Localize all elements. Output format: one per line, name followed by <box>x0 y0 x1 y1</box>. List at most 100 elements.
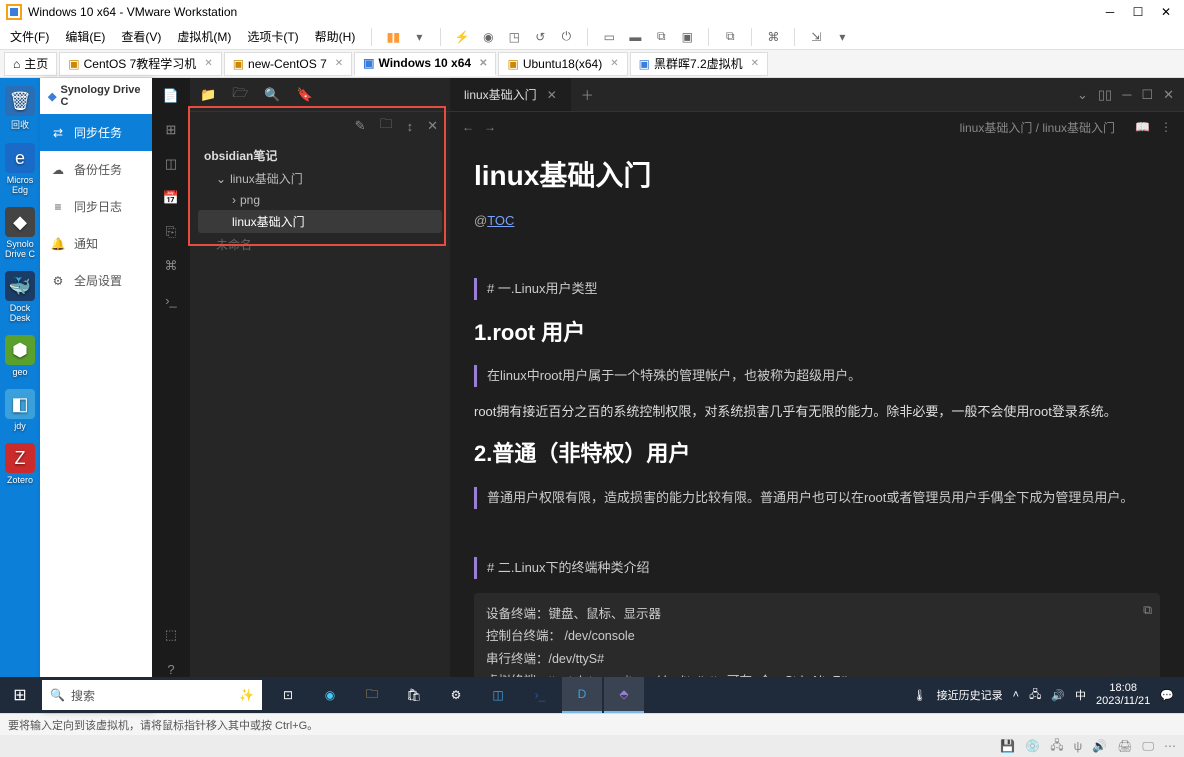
close-icon[interactable]: ✕ <box>204 58 212 69</box>
menu-view[interactable]: 查看(V) <box>117 26 165 47</box>
desktop-icon-synology[interactable]: ◆Synolo Drive C <box>2 207 38 259</box>
device-display-icon[interactable]: 🖵 <box>1142 739 1154 754</box>
breadcrumb[interactable]: linux基础入门 / linux基础入门 <box>960 119 1115 136</box>
snapshot-mgr-icon[interactable]: ◳ <box>505 28 523 46</box>
tree-folder-png[interactable]: ›png <box>198 190 442 210</box>
menu-help[interactable]: 帮助(H) <box>311 26 360 47</box>
terminal2-icon[interactable]: ›_ <box>161 290 181 310</box>
device-net-icon[interactable]: 🖧 <box>1050 736 1063 757</box>
tray-text[interactable]: 接近历史记录 <box>937 687 1003 703</box>
fullscreen-icon[interactable]: ▬ <box>626 28 644 46</box>
dropdown2-icon[interactable]: ▾ <box>833 28 851 46</box>
notifications-icon[interactable]: 💬 <box>1160 689 1174 702</box>
search-box[interactable]: 🔍 搜索 ✨ <box>42 680 262 710</box>
device-cd-icon[interactable]: 💿 <box>1025 739 1040 753</box>
snapshot-icon[interactable]: ◉ <box>479 28 497 46</box>
app1-icon[interactable]: ◫ <box>478 677 518 713</box>
command-icon[interactable]: ⌘ <box>161 256 181 276</box>
new-note-icon[interactable]: ✎ <box>355 118 366 134</box>
minimize-button[interactable]: ─ <box>1098 5 1122 19</box>
syn-notify[interactable]: 🔔通知 <box>40 225 152 262</box>
desktop-icon-zotero[interactable]: ZZotero <box>2 443 38 485</box>
maximize-button[interactable]: ☐ <box>1126 5 1150 19</box>
search-icon[interactable]: 🔍 <box>264 87 280 103</box>
stretch-icon[interactable]: ⇲ <box>807 28 825 46</box>
help-icon[interactable]: ? <box>161 659 181 679</box>
tree-file-untitled[interactable]: 未命名 <box>198 233 442 256</box>
graph-icon[interactable]: ⊞ <box>161 120 181 140</box>
device-sound-icon[interactable]: 🔊 <box>1092 739 1107 753</box>
ime-indicator[interactable]: 中 <box>1075 687 1086 703</box>
templates-icon[interactable]: ⎘ <box>161 222 181 242</box>
menu-file[interactable]: 文件(F) <box>6 26 53 47</box>
menu-tabs[interactable]: 选项卡(T) <box>243 26 302 47</box>
explorer-icon[interactable]: 🗀 <box>352 677 392 713</box>
nav-forward-icon[interactable]: → <box>484 120 496 134</box>
thermometer-icon[interactable]: 🌡 <box>913 689 927 702</box>
menu-vm[interactable]: 虚拟机(M) <box>173 26 235 47</box>
desktop-icon-geo[interactable]: ⬢geo <box>2 335 38 377</box>
close-icon[interactable]: ✕ <box>335 58 343 69</box>
synology-taskbar-icon[interactable]: D <box>562 677 602 713</box>
revert-icon[interactable]: ↺ <box>531 28 549 46</box>
desktop-icon-docker[interactable]: 🐳Dock Desk <box>2 271 38 323</box>
bookmark-icon[interactable]: 🔖 <box>297 87 313 103</box>
reading-mode-icon[interactable]: 📖 <box>1135 120 1150 134</box>
close-icon[interactable]: ✕ <box>479 58 487 69</box>
usb-icon[interactable]: ⏻ <box>557 28 575 46</box>
close-button[interactable]: ✕ <box>1154 5 1178 19</box>
file-tab[interactable]: linux基础入门 ✕ <box>450 78 571 111</box>
split-icon[interactable]: ▯▯ <box>1098 87 1112 103</box>
toc-link[interactable]: TOC <box>487 213 514 228</box>
edge-app-icon[interactable]: ◉ <box>310 677 350 713</box>
taskview-icon[interactable]: ⊡ <box>268 677 308 713</box>
syn-sync-tasks[interactable]: ⇄同步任务 <box>40 114 152 151</box>
close-icon[interactable]: ✕ <box>751 58 759 69</box>
desktop-icon-jdy[interactable]: ◧jdy <box>2 389 38 431</box>
device-printer-icon[interactable]: 🖨 <box>1117 739 1132 753</box>
volume-icon[interactable]: 🔊 <box>1051 689 1065 702</box>
files-tab-icon[interactable]: 📁 <box>200 87 216 103</box>
close-tab-icon[interactable]: ✕ <box>547 88 557 102</box>
unity-icon[interactable]: ▭ <box>600 28 618 46</box>
canvas-icon[interactable]: ◫ <box>161 154 181 174</box>
sort-icon[interactable]: ↕ <box>407 119 414 134</box>
tab-home[interactable]: ⌂主页 <box>4 52 57 76</box>
menu-edit[interactable]: 编辑(E) <box>61 26 109 47</box>
powershell-icon[interactable]: ›_ <box>520 677 560 713</box>
start-button[interactable]: ⊞ <box>0 685 40 705</box>
more-icon[interactable]: ⋮ <box>1160 120 1172 134</box>
syn-settings[interactable]: ⚙全局设置 <box>40 262 152 299</box>
store-icon[interactable]: 🛍 <box>394 677 434 713</box>
open-folder-icon[interactable]: 🗁 <box>232 84 248 106</box>
new-folder-icon[interactable]: 🗀 <box>380 115 393 137</box>
vault-name[interactable]: obsidian笔记 <box>198 144 442 167</box>
win-minimize-icon[interactable]: ─ <box>1122 87 1131 103</box>
device-usb-icon[interactable]: ψ <box>1074 739 1083 753</box>
collapse-icon[interactable]: ✕ <box>427 118 438 134</box>
win-close-icon[interactable]: ✕ <box>1163 87 1174 103</box>
daily-icon[interactable]: 📅 <box>161 188 181 208</box>
vault-icon[interactable]: ⬚ <box>161 625 181 645</box>
win-maximize-icon[interactable]: ☐ <box>1141 87 1153 103</box>
terminal-icon[interactable]: ⌘ <box>764 28 782 46</box>
nav-back-icon[interactable]: ← <box>462 120 474 134</box>
obsidian-taskbar-icon[interactable]: ⬘ <box>604 677 644 713</box>
tab-ubuntu[interactable]: ▣Ubuntu18(x64)✕ <box>498 52 627 76</box>
tab-centos7[interactable]: ▣CentOS 7教程学习机✕ <box>59 52 221 76</box>
console-icon[interactable]: ▣ <box>678 28 696 46</box>
copy-icon[interactable]: ⧉ <box>1143 599 1152 622</box>
desktop-icon-edge[interactable]: eMicros Edg <box>2 143 38 195</box>
library-icon[interactable]: ⧉ <box>721 28 739 46</box>
tab-dsm[interactable]: ▣黑群晖7.2虚拟机✕ <box>630 52 768 76</box>
tray-up-icon[interactable]: ˄ <box>1013 689 1019 701</box>
pause-icon[interactable]: ▮▮ <box>384 28 402 46</box>
settings-app-icon[interactable]: ⚙ <box>436 677 476 713</box>
editor-content[interactable]: linux基础入门 @TOC # 一.Linux用户类型 1.root 用户 在… <box>450 142 1184 713</box>
send-cad-icon[interactable]: ⚡ <box>453 28 471 46</box>
multi-monitor-icon[interactable]: ⧉ <box>652 28 670 46</box>
network-icon[interactable]: 🖧 <box>1029 686 1041 705</box>
tree-file-selected[interactable]: linux基础入门 <box>198 210 442 233</box>
desktop-icon-recyclebin[interactable]: 🗑回收 <box>2 86 38 131</box>
tab-newcentos[interactable]: ▣new-CentOS 7✕ <box>224 52 352 76</box>
